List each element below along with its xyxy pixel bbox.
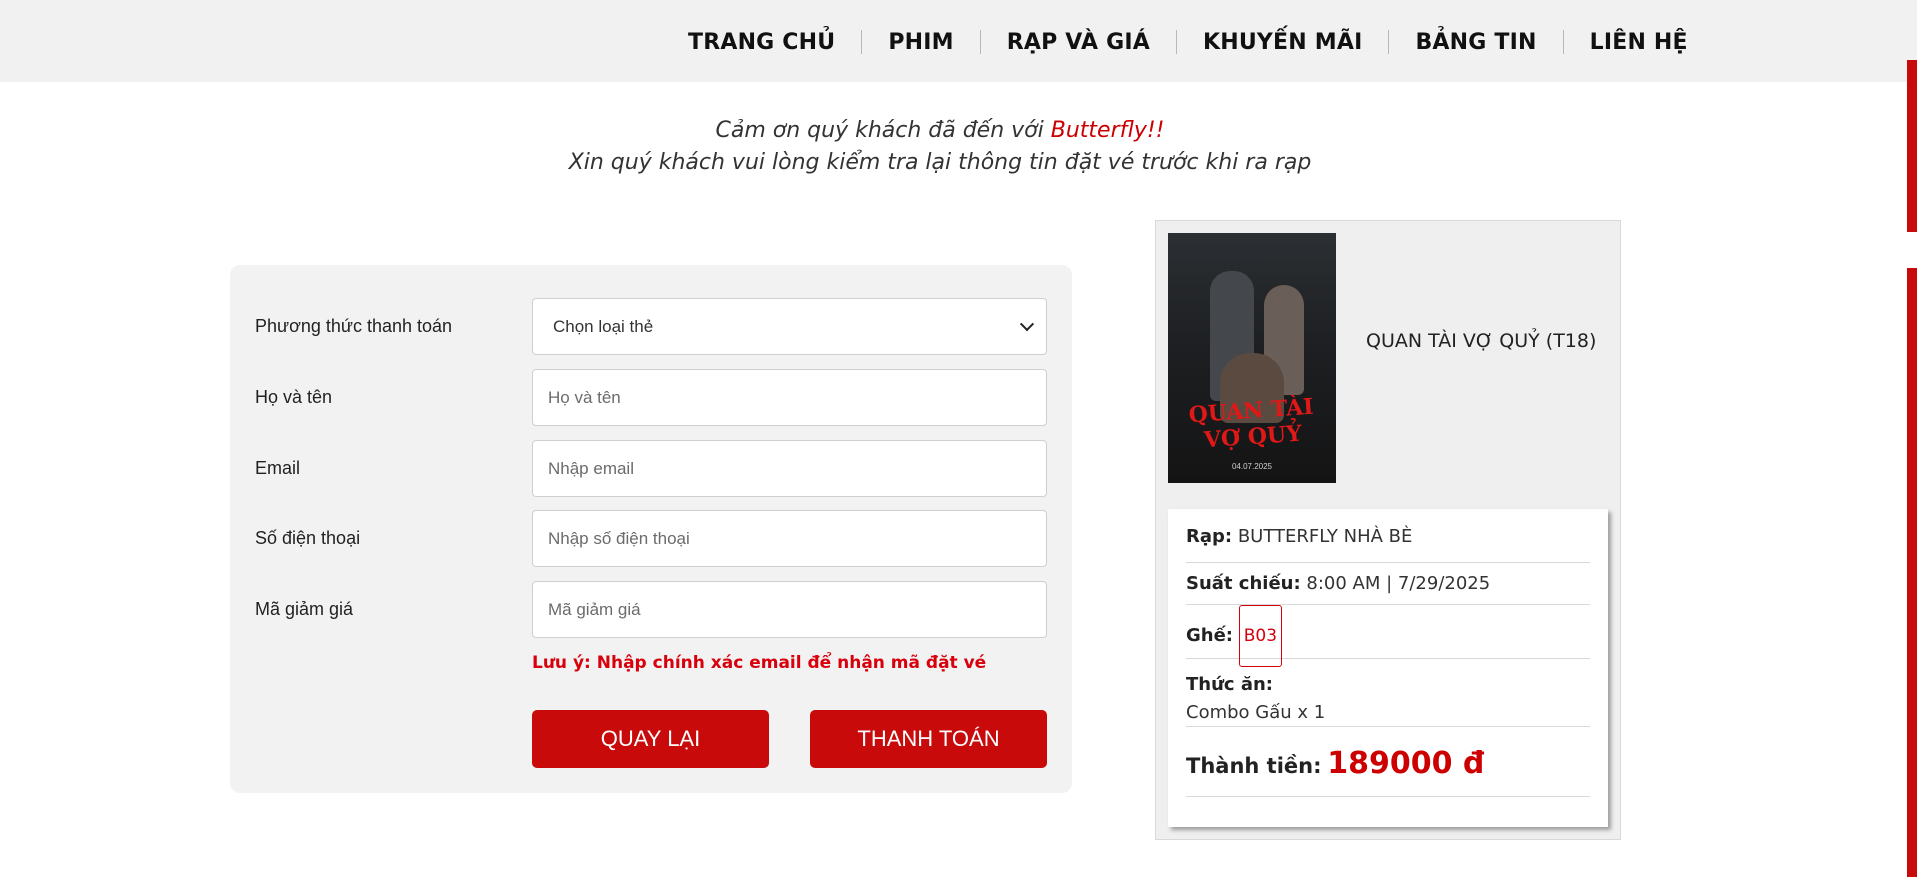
showtime-value: 8:00 AM | 7/29/2025 bbox=[1306, 573, 1491, 594]
coupon-input[interactable] bbox=[532, 581, 1047, 638]
page: TRANG CHỦ PHIM RẠP VÀ GIÁ KHUYẾN MÃI BẢN… bbox=[0, 0, 1917, 877]
showtime-label: Suất chiếu: bbox=[1186, 573, 1301, 594]
phone-label: Số điện thoại bbox=[255, 528, 361, 548]
nav-divider bbox=[1388, 30, 1390, 54]
thank-you-line-2: Xin quý khách vui lòng kiểm tra lại thôn… bbox=[568, 150, 1312, 175]
back-button[interactable]: QUAY LẠI bbox=[532, 710, 769, 768]
nav-item-cinemas-prices[interactable]: RẠP VÀ GIÁ bbox=[1007, 30, 1150, 55]
seat-badge: B03 bbox=[1238, 605, 1283, 667]
brand-name: Butterfly!! bbox=[1050, 118, 1165, 143]
poster-title: QUAN TÀI VỢ QUỶ bbox=[1168, 392, 1336, 456]
nav-divider bbox=[1176, 30, 1177, 54]
booking-details-card: Rạp: BUTTERFLY NHÀ BÈ Suất chiếu: 8:00 A… bbox=[1168, 509, 1608, 827]
cinema-label: Rạp: bbox=[1186, 526, 1233, 547]
right-edge-accent bbox=[1907, 60, 1917, 877]
phone-input[interactable] bbox=[532, 510, 1047, 567]
email-label: Email bbox=[255, 458, 301, 478]
poster-release-date: 04.07.2025 bbox=[1231, 462, 1273, 471]
full-name-input[interactable] bbox=[532, 369, 1047, 426]
thank-you-line-1: Cảm ơn quý khách đã đến với Butterfly!! bbox=[0, 115, 1880, 147]
total-row: Thành tiền: 189000 đ bbox=[1186, 727, 1590, 797]
food-label: Thức ăn: bbox=[1186, 674, 1274, 695]
nav-divider bbox=[979, 30, 981, 54]
total-label: Thành tiền: bbox=[1186, 754, 1322, 778]
cinema-value: BUTTERFLY NHÀ BÈ bbox=[1237, 526, 1413, 547]
seat-row: Ghế: B03 bbox=[1186, 605, 1590, 667]
main-nav: TRANG CHỦ PHIM RẠP VÀ GIÁ KHUYẾN MÃI BẢN… bbox=[688, 26, 1688, 58]
chevron-down-icon bbox=[1019, 316, 1035, 331]
nav-item-contact[interactable]: LIÊN HỆ bbox=[1590, 30, 1688, 55]
coupon-label: Mã giảm giá bbox=[255, 599, 354, 619]
payment-method-select[interactable]: Chọn loại thẻ bbox=[532, 298, 1047, 355]
movie-poster: QUAN TÀI VỢ QUỶ 04.07.2025 bbox=[1168, 233, 1336, 483]
nav-divider bbox=[1562, 30, 1564, 54]
showtime-row: Suất chiếu: 8:00 AM | 7/29/2025 bbox=[1186, 563, 1590, 605]
email-note: Lưu ý: Nhập chính xác email để nhận mã đ… bbox=[532, 653, 987, 673]
full-name-label: Họ và tên bbox=[255, 387, 333, 407]
nav-item-home[interactable]: TRANG CHỦ bbox=[688, 30, 835, 55]
checkout-form: Phương thức thanh toán Chọn loại thẻ Họ … bbox=[230, 265, 1072, 793]
nav-item-movies[interactable]: PHIM bbox=[888, 30, 953, 55]
food-value: Combo Gấu x 1 bbox=[1186, 702, 1326, 723]
booking-summary: QUAN TÀI VỢ QUỶ 04.07.2025 QUAN TÀI VỢ Q… bbox=[1155, 220, 1621, 840]
nav-item-news[interactable]: BẢNG TIN bbox=[1415, 30, 1536, 55]
seat-label: Ghế: bbox=[1186, 625, 1233, 646]
movie-title: QUAN TÀI VỢ QUỶ (T18) bbox=[1366, 330, 1597, 352]
header-bar: TRANG CHỦ PHIM RẠP VÀ GIÁ KHUYẾN MÃI BẢN… bbox=[0, 0, 1917, 82]
nav-divider bbox=[861, 30, 863, 54]
total-value: 189000 đ bbox=[1327, 746, 1485, 781]
nav-item-promotions[interactable]: KHUYẾN MÃI bbox=[1203, 30, 1362, 55]
pay-button[interactable]: THANH TOÁN bbox=[810, 710, 1047, 768]
food-row: Thức ăn: Combo Gấu x 1 bbox=[1186, 659, 1590, 727]
payment-method-label: Phương thức thanh toán bbox=[255, 316, 453, 336]
thank-you-message: Cảm ơn quý khách đã đến với Butterfly!! … bbox=[0, 115, 1880, 179]
thank-you-prefix: Cảm ơn quý khách đã đến với bbox=[715, 118, 1051, 143]
payment-method-value: Chọn loại thẻ bbox=[553, 316, 654, 336]
right-edge-gap bbox=[1907, 232, 1917, 268]
cinema-row: Rạp: BUTTERFLY NHÀ BÈ bbox=[1186, 521, 1590, 563]
email-input[interactable] bbox=[532, 440, 1047, 497]
